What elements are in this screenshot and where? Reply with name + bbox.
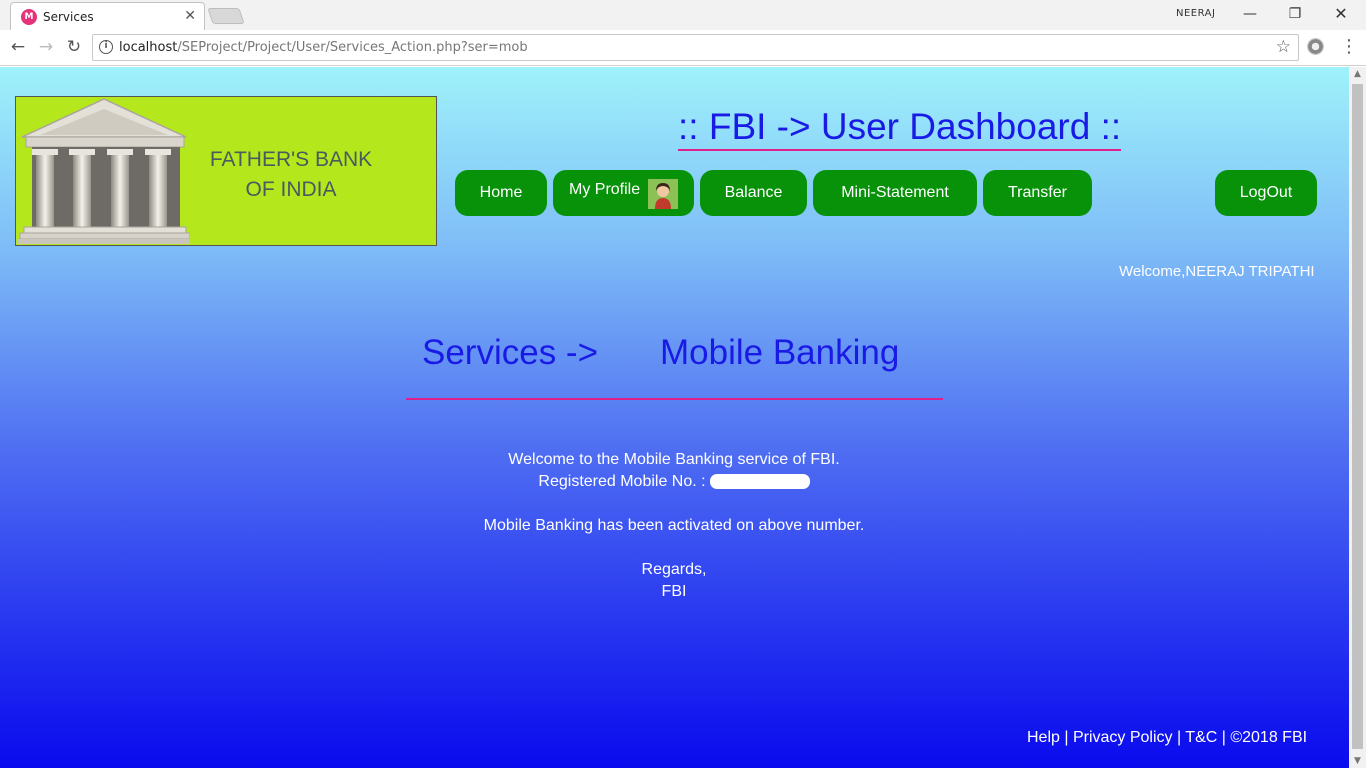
tab-title: Services (43, 10, 94, 24)
footer-separator: | (1059, 729, 1073, 746)
browser-tab[interactable]: M Services ✕ (10, 2, 205, 30)
balance-button[interactable]: Balance (700, 170, 807, 216)
scroll-thumb[interactable] (1352, 84, 1363, 749)
browser-profile-name[interactable]: NEERAJ (1176, 8, 1215, 19)
bank-name-line1: FATHER'S BANK (209, 148, 373, 171)
help-link[interactable]: Help (1027, 729, 1060, 746)
heading-underline (406, 398, 943, 400)
bank-name: FATHER'S BANK OF INDIA (166, 145, 416, 205)
page-body: FATHER'S BANK OF INDIA :: FBI -> User Da… (0, 67, 1349, 768)
footer-separator: | (1172, 729, 1186, 746)
window-restore-icon[interactable]: ❐ (1275, 3, 1315, 25)
message-activated: Mobile Banking has been activated on abo… (483, 517, 865, 534)
scroll-up-icon[interactable]: ▲ (1349, 69, 1366, 79)
scroll-down-icon[interactable]: ▼ (1349, 756, 1366, 766)
bank-building-icon (18, 98, 190, 244)
tab-close-icon[interactable]: ✕ (184, 8, 196, 24)
site-info-icon[interactable]: i (99, 40, 113, 54)
message-mobile-number: Registered Mobile No. : (374, 473, 974, 491)
home-button[interactable]: Home (455, 170, 547, 216)
extension-icon[interactable] (1307, 38, 1324, 55)
welcome-user-text: Welcome,NEERAJ TRIPATHI (1119, 263, 1315, 280)
browser-toolbar: ← → ↻ i localhost/SEProject/Project/User… (0, 30, 1366, 66)
my-profile-button[interactable]: My Profile (553, 170, 694, 216)
message-signature: FBI (661, 583, 687, 600)
forward-arrow-icon[interactable]: → (36, 37, 56, 57)
privacy-policy-link[interactable]: Privacy Policy (1073, 729, 1173, 746)
footer-links: Help | Privacy Policy | T&C | ©2018 FBI (1027, 729, 1307, 747)
browser-menu-icon[interactable]: ⋮ (1340, 36, 1358, 57)
dashboard-title: :: FBI -> User Dashboard :: (678, 105, 1122, 151)
back-arrow-icon[interactable]: ← (8, 37, 28, 57)
vertical-scrollbar[interactable]: ▲ ▼ (1349, 67, 1366, 768)
footer-separator: | (1217, 729, 1231, 746)
tab-favicon-icon: M (21, 9, 37, 25)
bank-name-line2: OF INDIA (245, 178, 337, 201)
my-profile-label: My Profile (569, 181, 641, 198)
copyright-text: ©2018 FBI (1230, 729, 1308, 746)
redacted-mobile-number (709, 474, 810, 490)
url-host: localhost (119, 40, 178, 55)
message-welcome: Welcome to the Mobile Banking service of… (508, 451, 840, 468)
services-heading: Services -> (422, 333, 599, 372)
window-close-icon[interactable]: ✕ (1321, 3, 1361, 25)
browser-titlebar: M Services ✕ NEERAJ — ❐ ✕ (0, 0, 1366, 30)
mini-statement-button[interactable]: Mini-Statement (813, 170, 977, 216)
bank-logo: FATHER'S BANK OF INDIA (15, 96, 437, 246)
new-tab-button[interactable] (207, 8, 245, 24)
transfer-button[interactable]: Transfer (983, 170, 1092, 216)
terms-link[interactable]: T&C (1185, 729, 1217, 746)
logout-button[interactable]: LogOut (1215, 170, 1317, 216)
bookmark-star-icon[interactable]: ☆ (1276, 37, 1291, 57)
window-minimize-icon[interactable]: — (1230, 3, 1270, 25)
message-regards: Regards, (641, 561, 707, 578)
url-path: /SEProject/Project/User/Services_Action.… (177, 40, 528, 55)
url-text[interactable]: localhost/SEProject/Project/User/Service… (119, 40, 528, 55)
service-name-heading: Mobile Banking (660, 333, 900, 372)
mobile-number-label: Registered Mobile No. : (538, 473, 706, 490)
reload-icon[interactable]: ↻ (64, 37, 84, 57)
address-bar[interactable]: i localhost/SEProject/Project/User/Servi… (92, 34, 1299, 61)
avatar (648, 179, 678, 209)
